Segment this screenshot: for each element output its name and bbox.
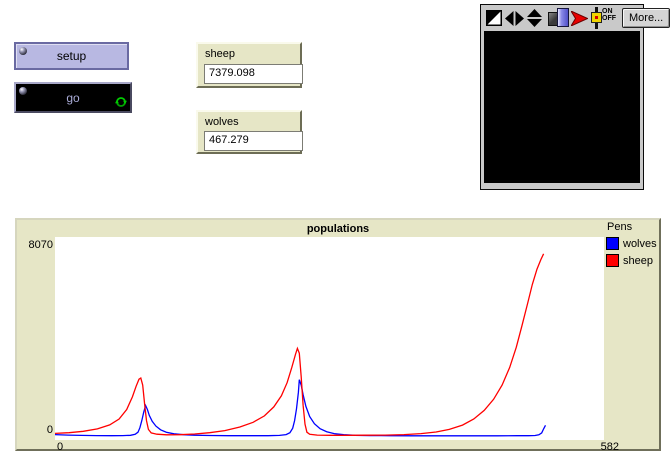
switch-knob[interactable] (591, 12, 602, 23)
legend-item-wolves: wolves (606, 237, 657, 250)
world-view-canvas[interactable] (484, 31, 640, 183)
on-off-switch[interactable]: ON OFF (591, 7, 617, 29)
wolves-pen-label: wolves (623, 238, 657, 250)
setup-button-label: setup (57, 49, 86, 63)
patch-size-cubes-icon[interactable] (548, 9, 568, 27)
y-axis-min-label: 0 (19, 424, 53, 436)
plot-area (55, 237, 604, 440)
wolves-pen-swatch (606, 237, 619, 250)
shrink-view-icon[interactable] (486, 10, 502, 26)
go-button[interactable]: go (14, 82, 132, 113)
more-button[interactable]: More... (622, 8, 670, 28)
switch-on-label: ON (602, 8, 613, 15)
netlogo-interface: setup go sheep 7379.098 wolves 467.279 (0, 0, 672, 462)
wolves-monitor: wolves 467.279 (196, 110, 302, 154)
switch-off-label: OFF (602, 15, 616, 22)
agent-sphere-icon (19, 87, 27, 95)
plot-legend: Pens wolves sheep (606, 221, 657, 267)
speed-arrow-icon[interactable] (571, 11, 588, 26)
y-axis-max-label: 8070 (19, 239, 53, 251)
agent-sphere-icon (19, 47, 27, 55)
sheep-pen-label: sheep (623, 255, 653, 267)
world-view-window: ON OFF More... (480, 4, 644, 190)
sheep-monitor-label: sheep (205, 48, 235, 60)
switch-knob-dot (595, 16, 598, 19)
sheep-pen-swatch (606, 254, 619, 267)
x-axis-max-label: 582 (569, 441, 619, 453)
x-axis-min-label: 0 (57, 441, 63, 453)
adjust-height-icon[interactable] (527, 9, 542, 27)
go-button-label: go (66, 91, 79, 105)
legend-item-sheep: sheep (606, 254, 657, 267)
forever-loop-icon (115, 96, 127, 108)
plot-canvas (55, 237, 604, 440)
adjust-width-icon[interactable] (505, 11, 524, 26)
wolves-monitor-value: 467.279 (204, 131, 303, 151)
sheep-monitor: sheep 7379.098 (196, 42, 302, 88)
populations-plot: populations 8070 0 0 582 Pens wolves she… (15, 218, 661, 451)
setup-button[interactable]: setup (14, 42, 129, 70)
wolves-monitor-label: wolves (205, 116, 239, 128)
sheep-monitor-value: 7379.098 (204, 64, 303, 84)
plot-title: populations (17, 223, 659, 235)
switch-labels: ON OFF (602, 8, 616, 22)
view-toolbar: ON OFF More... (481, 5, 643, 31)
large-cube-icon (557, 8, 569, 27)
legend-title: Pens (607, 221, 657, 233)
